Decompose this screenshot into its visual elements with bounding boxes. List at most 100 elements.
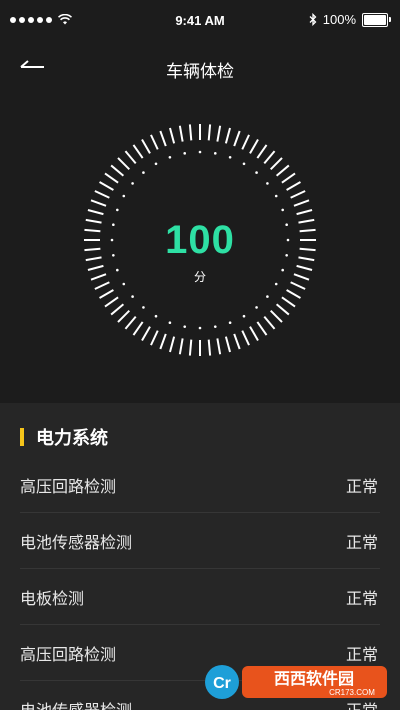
gauge-tick — [256, 144, 268, 159]
list-item[interactable]: 电池传感器检测 正常 — [20, 513, 380, 569]
list-item[interactable]: 电板检测 正常 — [20, 569, 380, 625]
gauge-dot — [242, 314, 246, 318]
gauge-tick — [216, 125, 222, 142]
screen: 9:41 AM 100% 车辆体检 100 分 电力系统 高压回路检测 正常 电… — [0, 0, 400, 710]
gauge-tick — [94, 190, 110, 199]
gauge-tick — [281, 296, 296, 308]
item-label: 高压回路检测 — [20, 478, 117, 496]
gauge-dot — [183, 152, 187, 155]
gauge-tick — [188, 339, 193, 356]
gauge-tick — [124, 315, 137, 330]
gauge-dot — [281, 208, 284, 212]
gauge-dot — [142, 171, 145, 174]
gauge-tick — [104, 296, 119, 308]
gauge-tick — [99, 289, 114, 299]
item-status: 正常 — [345, 590, 378, 608]
item-label: 电板检测 — [20, 590, 85, 608]
gauge-dot — [255, 171, 258, 174]
gauge-dot — [266, 182, 269, 185]
gauge-tick — [178, 338, 184, 355]
gauge-dot — [168, 321, 172, 324]
status-bar: 9:41 AM 100% — [0, 0, 400, 40]
gauge-tick — [275, 164, 290, 177]
gauge-tick — [132, 321, 144, 336]
gauge-dot — [198, 150, 202, 154]
item-label: 高压回路检测 — [20, 646, 117, 664]
list-item[interactable]: 高压回路检测 正常 — [20, 457, 380, 513]
watermark-site: CR173.COM — [329, 688, 375, 697]
gauge-dot — [131, 182, 134, 185]
gauge-tick — [281, 172, 296, 184]
score-value: 100 — [165, 218, 235, 262]
gauge-tick — [110, 303, 125, 316]
gauge-tick — [150, 330, 159, 346]
gauge-dot — [154, 162, 158, 166]
section-header: 电力系统 — [20, 427, 108, 448]
gauge-dot — [116, 208, 119, 212]
gauge-tick — [249, 139, 259, 154]
section-accent-bar — [20, 428, 24, 446]
gauge-dot — [168, 156, 172, 159]
gauge-tick — [233, 130, 241, 147]
gauge-tick — [169, 127, 176, 144]
gauge-tick — [275, 303, 290, 316]
gauge-dot — [154, 314, 158, 318]
gauge-tick — [141, 139, 151, 154]
gauge-tick — [286, 289, 301, 299]
gauge-tick — [241, 134, 250, 150]
gauge-dot — [242, 162, 246, 166]
gauge-tick — [270, 310, 283, 323]
gauge-tick — [293, 199, 310, 207]
gauge-tick — [169, 336, 176, 353]
gauge-tick — [104, 172, 119, 184]
gauge-tick — [263, 150, 276, 165]
score-gauge: 100 分 — [80, 120, 320, 360]
gauge-dot — [266, 295, 269, 298]
gauge-dot — [213, 152, 217, 155]
battery-percent: 100% — [322, 12, 356, 27]
gauge-dot — [228, 321, 232, 324]
gauge-tick — [224, 336, 231, 353]
gauge-tick — [110, 164, 125, 177]
gauge-tick — [150, 134, 159, 150]
gauge-tick — [270, 157, 283, 170]
gauge-tick — [99, 181, 114, 191]
watermark-brand: 西西软件园 — [274, 669, 354, 688]
gauge-tick — [216, 338, 222, 355]
gauge-tick — [132, 144, 144, 159]
gauge-tick — [296, 209, 313, 216]
gauge-tick — [207, 339, 212, 356]
gauge-dot — [131, 295, 134, 298]
section-title: 电力系统 — [36, 428, 108, 448]
gauge-tick — [224, 127, 231, 144]
gauge-tick — [249, 326, 259, 341]
gauge-tick — [188, 124, 193, 141]
gauge-tick — [141, 326, 151, 341]
bluetooth-icon — [309, 13, 317, 26]
gauge-dot — [274, 194, 278, 198]
gauge-tick — [117, 310, 130, 323]
gauge-tick — [286, 181, 301, 191]
gauge-dot — [142, 306, 145, 309]
gauge-tick — [117, 157, 130, 170]
gauge-tick — [90, 199, 107, 207]
gauge-dot — [198, 326, 202, 330]
watermark-logo-text: Cr — [213, 675, 231, 692]
gauge-dot — [255, 306, 258, 309]
item-label: 电池传感器检测 — [20, 534, 133, 552]
watermark-logo: Cr 西西软件园 CR173.COM — [205, 665, 387, 699]
gauge-tick — [159, 130, 167, 147]
battery-icon — [362, 12, 391, 27]
gauge-tick — [241, 330, 250, 346]
gauge-tick — [178, 125, 184, 142]
gauge-dot — [183, 325, 187, 328]
gauge-tick — [87, 209, 104, 216]
score-unit: 分 — [193, 270, 206, 284]
gauge-tick — [233, 333, 241, 350]
gauge-tick — [256, 321, 268, 336]
page-title: 车辆体检 — [166, 62, 234, 81]
gauge-tick — [159, 333, 167, 350]
gauge-dot — [122, 194, 126, 198]
gauge-tick — [207, 124, 212, 141]
gauge-tick — [263, 315, 276, 330]
